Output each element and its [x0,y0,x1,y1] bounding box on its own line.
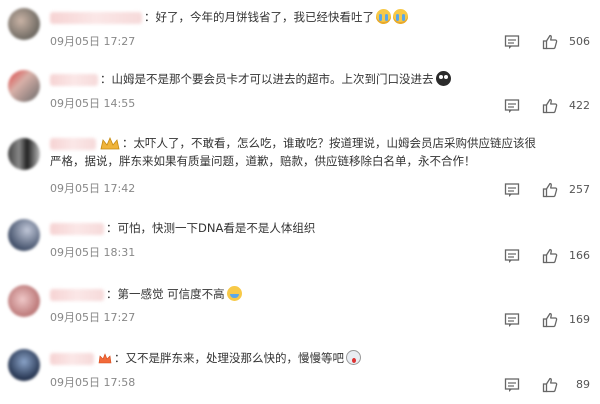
reply-icon[interactable] [504,312,520,328]
laughing-face-icon [226,286,242,301]
comment-time: 09月05日 17:42 [50,182,136,195]
comment-item: ：又不是胖东来，处理没那么快的，慢慢等吧 09月05日 17:58 89 [0,349,600,393]
avatar[interactable] [8,70,40,102]
like-count: 166 [569,249,590,262]
comment-list: ：好了，今年的月饼钱省了，我已经快看吐了 09月05日 17:27 506 ：山… [0,0,600,404]
like-count: 89 [576,378,590,391]
screaming-face-icon [346,350,361,365]
like-count: 169 [569,313,590,326]
crown-icon [98,352,112,363]
like-icon[interactable] [542,98,558,114]
comment-text: ：山姆是不是那个要会员卡才可以进去的超市。上次到门口没进去 [100,72,434,86]
username[interactable] [50,222,104,235]
like-icon[interactable] [542,377,558,393]
comment-time: 09月05日 18:31 [50,246,136,259]
username[interactable] [50,137,96,150]
avatar[interactable] [8,219,40,251]
crying-face-icon [376,9,391,24]
comment-text: ：可怕，快测一下DNA看是不是人体组织 [106,221,316,235]
avatar[interactable] [8,285,40,317]
comment-item: ：可怕，快测一下DNA看是不是人体组织 09月05日 18:31 166 [0,219,600,264]
comment-item: ：山姆是不是那个要会员卡才可以进去的超市。上次到门口没进去 09月05日 14:… [0,70,600,114]
comment-item: ：好了，今年的月饼钱省了，我已经快看吐了 09月05日 17:27 506 [0,8,600,50]
reply-icon[interactable] [504,377,520,393]
like-icon[interactable] [542,248,558,264]
username[interactable] [50,352,94,365]
like-count: 506 [569,35,590,48]
comment-text: ：第一感觉 可信度不高 [106,287,225,301]
crying-face-icon [393,9,408,24]
crown-icon [100,136,120,149]
comment-text: ：好了，今年的月饼钱省了，我已经快看吐了 [144,10,374,24]
comment-item: ：第一感觉 可信度不高 09月05日 17:27 169 [0,285,600,329]
comment-text: ：太吓人了，不敢看，怎么吃，谁敢吃？按道理说，山姆会员店采购供应链应该很严格，据… [50,136,536,168]
comment-time: 09月05日 17:27 [50,311,136,324]
avatar[interactable] [8,8,40,40]
like-icon[interactable] [542,34,558,50]
like-icon[interactable] [542,182,558,198]
reply-icon[interactable] [504,34,520,50]
reply-icon[interactable] [504,182,520,198]
like-count: 422 [569,99,590,112]
username[interactable] [50,11,142,24]
username[interactable] [50,73,98,86]
avatar[interactable] [8,349,40,381]
comment-item: ：太吓人了，不敢看，怎么吃，谁敢吃？按道理说，山姆会员店采购供应链应该很严格，据… [0,134,600,198]
comment-time: 09月05日 14:55 [50,97,136,110]
reply-icon[interactable] [504,248,520,264]
username[interactable] [50,288,104,301]
comment-text: ：又不是胖东来，处理没那么快的，慢慢等吧 [114,351,344,365]
avatar[interactable] [8,138,40,170]
comment-time: 09月05日 17:27 [50,35,136,48]
like-icon[interactable] [542,312,558,328]
reply-icon[interactable] [504,98,520,114]
dark-face-icon [435,71,451,86]
like-count: 257 [569,183,590,196]
comment-time: 09月05日 17:58 [50,376,136,389]
